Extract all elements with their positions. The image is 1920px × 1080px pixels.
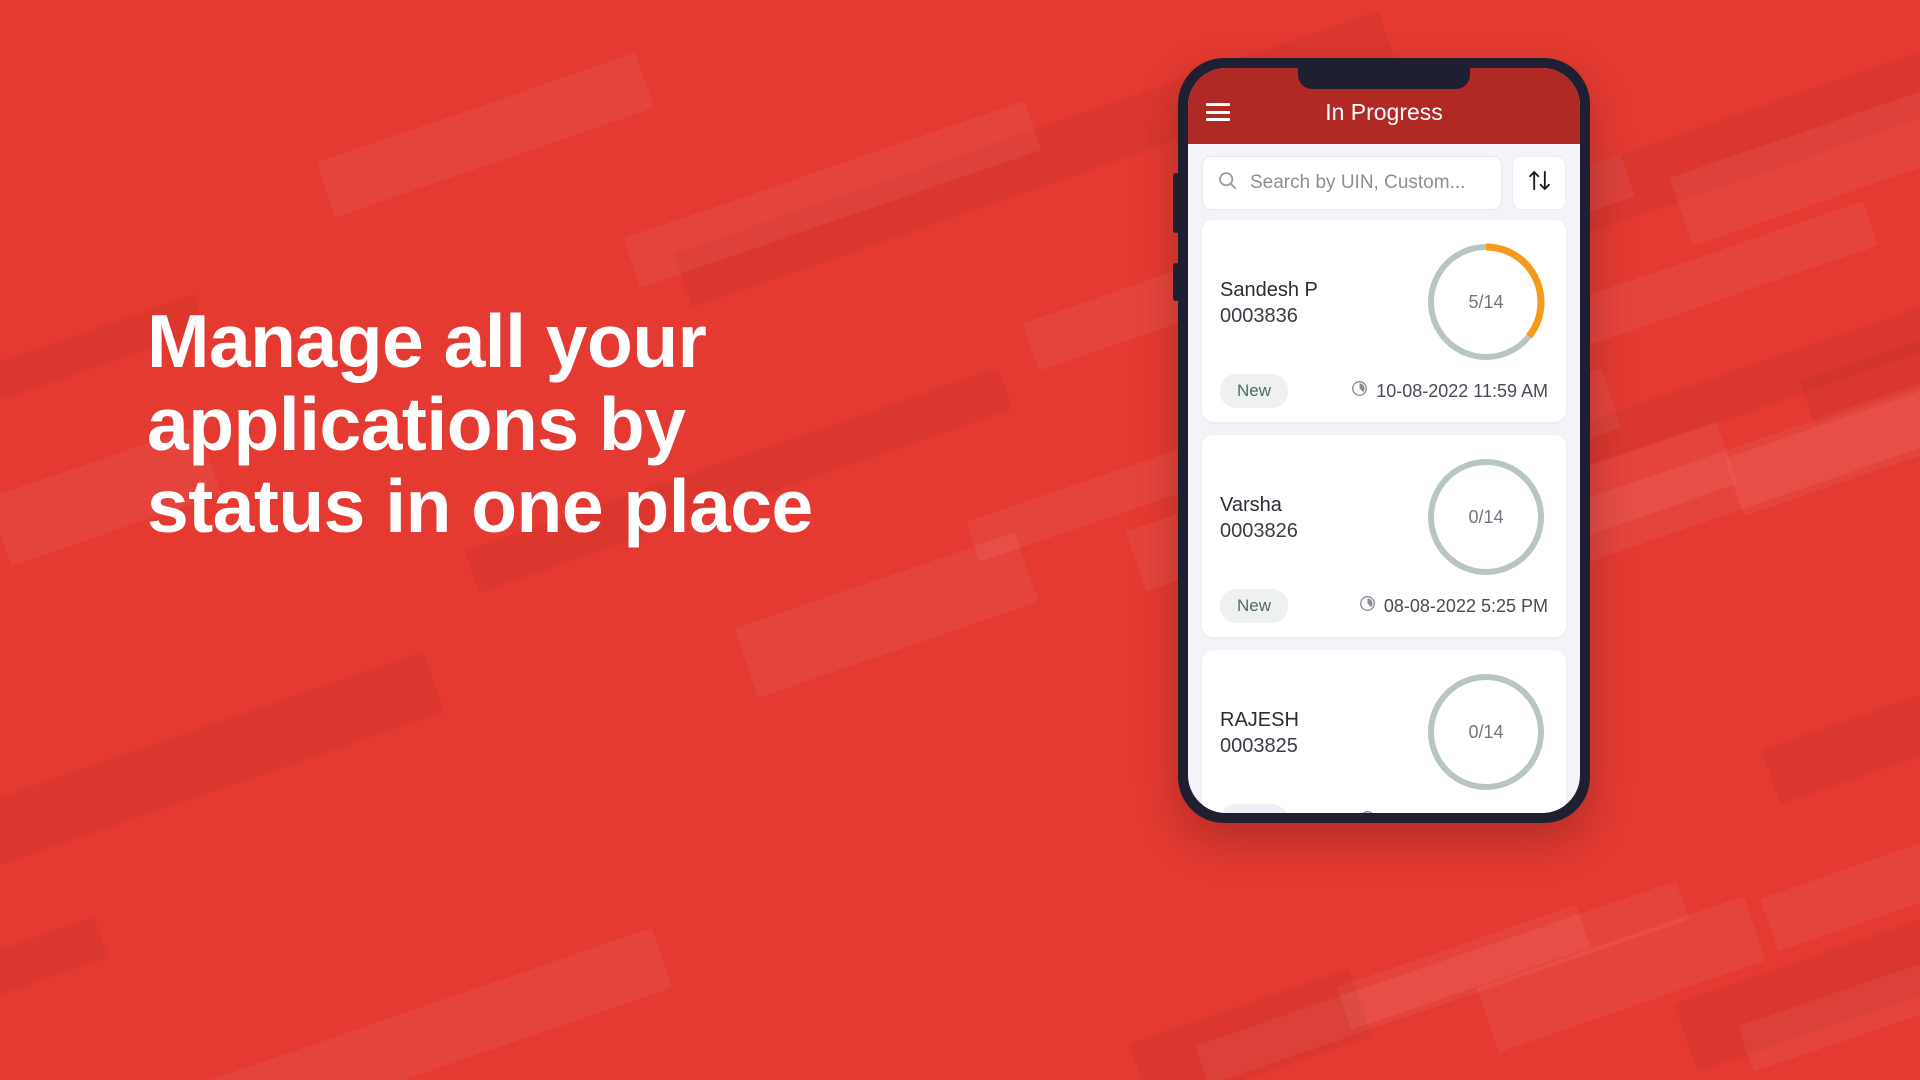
- card-footer-row: New 08-08-2022 5:25 PM: [1220, 589, 1548, 623]
- sort-arrows-icon: [1526, 167, 1553, 199]
- headline-line-3: status in one place: [147, 464, 813, 548]
- application-uin: 0003826: [1220, 520, 1298, 542]
- card-main-row: Sandesh P 0003836 5/14: [1220, 238, 1548, 366]
- progress-ring: 5/14: [1422, 238, 1550, 366]
- status-badge: New: [1220, 589, 1289, 623]
- phone-screen: In Progress Search by UIN, Custom... San…: [1188, 68, 1580, 813]
- search-input[interactable]: Search by UIN, Custom...: [1202, 156, 1502, 210]
- card-footer-row: New 10-08-2022 11:59 AM: [1220, 374, 1548, 408]
- timestamp-block: 08-08-2022 5:25 PM: [1359, 810, 1548, 813]
- status-badge: New: [1220, 804, 1289, 813]
- card-main-row: Varsha 0003826 0/14: [1220, 453, 1548, 581]
- phone-power-button: [1173, 263, 1179, 301]
- customer-name: Sandesh P: [1220, 279, 1318, 301]
- card-main-row: RAJESH 0003825 0/14: [1220, 668, 1548, 796]
- phone-volume-button: [1173, 173, 1179, 233]
- timestamp-text: 08-08-2022 5:25 PM: [1383, 595, 1548, 616]
- application-list: Sandesh P 0003836 5/14 New 10-08-2022 11…: [1188, 220, 1580, 813]
- progress-ring: 0/14: [1422, 668, 1550, 796]
- customer-name: Varsha: [1220, 494, 1282, 516]
- clock-icon: [1359, 595, 1376, 617]
- clock-icon: [1359, 810, 1376, 813]
- timestamp-text: 10-08-2022 11:59 AM: [1376, 380, 1548, 401]
- progress-label: 5/14: [1468, 291, 1504, 312]
- search-row: Search by UIN, Custom...: [1188, 144, 1580, 220]
- clock-icon: [1351, 380, 1368, 402]
- headline-line-1: Manage all your: [147, 299, 707, 383]
- status-badge: New: [1220, 374, 1289, 408]
- phone-mockup: In Progress Search by UIN, Custom... San…: [1173, 58, 1590, 823]
- timestamp-block: 08-08-2022 5:25 PM: [1359, 595, 1548, 617]
- hero-headline: Manage all your applications by status i…: [147, 300, 907, 548]
- progress-label: 0/14: [1468, 721, 1504, 742]
- search-icon: [1217, 170, 1238, 196]
- application-card[interactable]: Sandesh P 0003836 5/14 New 10-08-2022 11…: [1202, 220, 1566, 422]
- customer-block: RAJESH 0003825: [1220, 668, 1299, 759]
- customer-name: RAJESH: [1220, 709, 1299, 731]
- customer-block: Sandesh P 0003836: [1220, 238, 1318, 329]
- application-card[interactable]: RAJESH 0003825 0/14 New 08: [1202, 650, 1566, 813]
- headline-line-2: applications by: [147, 381, 686, 466]
- application-uin: 0003825: [1220, 735, 1298, 757]
- hamburger-icon[interactable]: [1206, 103, 1230, 121]
- timestamp-text: 08-08-2022 5:25 PM: [1384, 811, 1548, 814]
- search-placeholder: Search by UIN, Custom...: [1250, 172, 1466, 193]
- phone-notch: [1298, 68, 1470, 89]
- application-card[interactable]: Varsha 0003826 0/14 New 08-08-2022 5:25 …: [1202, 435, 1566, 637]
- progress-label: 0/14: [1468, 506, 1504, 527]
- page-title: In Progress: [1325, 98, 1443, 125]
- sort-button[interactable]: [1512, 156, 1566, 210]
- application-uin: 0003836: [1220, 305, 1298, 327]
- card-footer-row: New 08-08-2022 5:25 PM: [1220, 804, 1548, 813]
- customer-block: Varsha 0003826: [1220, 453, 1298, 544]
- timestamp-block: 10-08-2022 11:59 AM: [1351, 380, 1548, 402]
- progress-ring: 0/14: [1422, 453, 1550, 581]
